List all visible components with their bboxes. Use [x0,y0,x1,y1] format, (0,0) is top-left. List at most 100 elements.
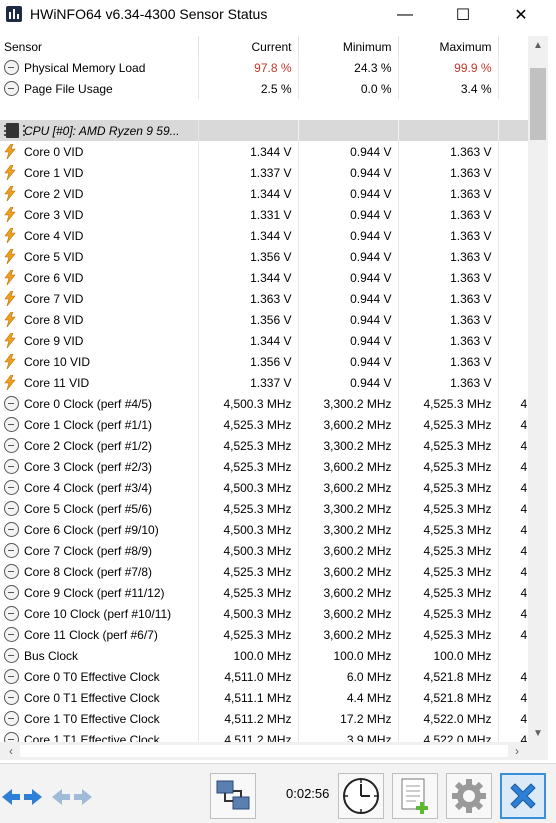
sensor-row[interactable]: Core 2 VID 1.344 V 0.944 V 1.363 V [0,183,528,204]
scroll-right-arrow-icon[interactable]: › [508,742,526,760]
average-value [498,204,528,225]
minimum-value: 3,300.2 MHz [298,435,399,456]
sensor-row[interactable]: Bus Clock 100.0 MHz 100.0 MHz 100.0 MHz [0,645,528,666]
column-header-maximum[interactable]: Maximum [398,36,499,57]
sensor-name-cell: Core 1 T0 Effective Clock [0,708,199,729]
spacer-row [0,99,528,120]
column-header-current[interactable]: Current [198,36,299,57]
scroll-left-arrow-icon[interactable]: ‹ [2,742,20,760]
column-header-minimum[interactable]: Minimum [298,36,399,57]
average-value [498,351,528,372]
sensor-row[interactable]: Core 0 T0 Effective Clock 4,511.0 MHz 6.0 … [0,666,528,687]
clock-icon [4,669,19,685]
average-value: 4 [520,417,528,432]
clock-icon [4,480,19,496]
sensor-row[interactable]: Core 3 Clock (perf #2/3) 4,525.3 MHz 3,600… [0,456,528,477]
scroll-down-arrow-icon[interactable]: ▼ [528,724,548,742]
arrows-disabled-icon [52,782,92,812]
sensor-name: Physical Memory Load [24,60,146,75]
sensor-row[interactable]: Core 9 Clock (perf #11/12) 4,525.3 MHz 3,6… [0,582,528,603]
sensor-row[interactable]: Core 11 Clock (perf #6/7) 4,525.3 MHz 3,60… [0,624,528,645]
sensor-row[interactable]: Core 0 Clock (perf #4/5) 4,500.3 MHz 3,300… [0,393,528,414]
sensor-row[interactable]: Core 4 VID 1.344 V 0.944 V 1.363 V [0,225,528,246]
average-value [498,78,528,99]
maximize-button[interactable]: ☐ [434,0,492,30]
sensor-row[interactable]: Core 8 Clock (perf #7/8) 4,525.3 MHz 3,600… [0,561,528,582]
clock-icon [4,60,19,76]
sensor-name-cell: Core 8 VID [0,309,199,330]
vertical-scrollbar[interactable]: ▲ ▼ [528,36,548,742]
average-value: 4 [520,606,528,621]
column-header-average[interactable] [498,36,528,57]
average-value: 4 [520,522,528,537]
sensor-name: Core 1 Clock (perf #1/1) [24,417,153,432]
sensor-row[interactable]: Core 10 VID 1.356 V 0.944 V 1.363 V [0,351,528,372]
sensor-row[interactable]: Core 6 VID 1.344 V 0.944 V 1.363 V [0,267,528,288]
sensor-name-cell: Core 11 VID [0,372,199,393]
sensor-row[interactable]: Core 0 T1 Effective Clock 4,511.1 MHz 4.4 … [0,687,528,708]
current-value: 4,511.0 MHz [198,666,299,687]
close-window-button[interactable]: ✕ [492,0,550,30]
close-sensors-button[interactable] [500,773,546,819]
sensor-row[interactable]: Core 7 Clock (perf #8/9) 4,500.3 MHz 3,600… [0,540,528,561]
maximum-value: 1.363 V [398,288,499,309]
sensor-name-cell: Core 6 Clock (perf #9/10) [0,519,199,540]
sensor-grid[interactable]: Sensor Current Minimum Maximum Physical … [0,36,528,742]
cpu-section-header[interactable]: CPU [#0]: AMD Ryzen 9 59... [0,120,528,141]
network-button[interactable] [210,773,256,819]
maximum-value: 1.363 V [398,204,499,225]
sensor-row[interactable]: Core 1 T0 Effective Clock 4,511.2 MHz 17.2… [0,708,528,729]
clock-icon [4,438,19,454]
average-value [498,162,528,183]
minimum-value: 6.0 MHz [298,666,399,687]
scroll-up-arrow-icon[interactable]: ▲ [528,36,548,54]
sensor-row[interactable]: Core 5 VID 1.356 V 0.944 V 1.363 V [0,246,528,267]
clock-icon [4,81,19,97]
sensor-row[interactable]: Core 3 VID 1.331 V 0.944 V 1.363 V [0,204,528,225]
average-value [498,141,528,162]
sensor-row[interactable]: Core 4 Clock (perf #3/4) 4,500.3 MHz 3,600… [0,477,528,498]
sensor-row[interactable]: Page File Usage 2.5 % 0.0 % 3.4 % [0,78,528,99]
maximum-value: 4,525.3 MHz [398,456,499,477]
average-value [498,288,528,309]
sensor-row[interactable]: Core 0 VID 1.344 V 0.944 V 1.363 V [0,141,528,162]
horizontal-scrollbar[interactable]: ‹ › [0,742,528,760]
arrows-icon[interactable] [2,782,42,812]
current-value: 1.344 V [198,183,299,204]
sensor-row[interactable]: Physical Memory Load 97.8 % 24.3 % 99.9 % [0,57,528,78]
sensor-row[interactable]: Core 7 VID 1.363 V 0.944 V 1.363 V [0,288,528,309]
column-header-sensor[interactable]: Sensor [0,36,199,57]
horizontal-scroll-thumb[interactable] [20,745,508,757]
sensor-row[interactable]: Core 5 Clock (perf #5/6) 4,525.3 MHz 3,300… [0,498,528,519]
sensor-name-cell: Core 4 VID [0,225,199,246]
sensor-name-cell: Core 1 Clock (perf #1/1) [0,414,199,435]
sensor-row[interactable]: Core 1 T1 Effective Clock 4,511.2 MHz 3.9 … [0,729,528,742]
reset-clock-button[interactable] [338,773,384,819]
average-value: 4 [520,459,528,474]
minimum-value: 100.0 MHz [298,645,399,666]
spacer-cell [298,99,398,120]
minimize-button[interactable]: — [376,0,434,30]
sensor-row[interactable]: Core 9 VID 1.344 V 0.944 V 1.363 V [0,330,528,351]
sensor-row[interactable]: Core 8 VID 1.356 V 0.944 V 1.363 V [0,309,528,330]
sensor-name: Core 9 VID [24,333,84,348]
sensor-row[interactable]: Core 1 VID 1.337 V 0.944 V 1.363 V [0,162,528,183]
minimum-value: 0.944 V [298,141,399,162]
sensor-name-cell: Core 8 Clock (perf #7/8) [0,561,199,582]
chip-icon [4,123,25,139]
sensor-name: Core 0 T0 Effective Clock [24,669,160,684]
sensor-row[interactable]: Core 1 Clock (perf #1/1) 4,525.3 MHz 3,600… [0,414,528,435]
current-value: 4,525.3 MHz [198,456,299,477]
average-value: 4 [520,732,528,743]
settings-button[interactable] [446,773,492,819]
sensor-row[interactable]: Core 2 Clock (perf #1/2) 4,525.3 MHz 3,300… [0,435,528,456]
sensor-name: Core 2 VID [24,186,84,201]
report-add-button[interactable] [392,773,438,819]
sensor-row[interactable]: Core 10 Clock (perf #10/11) 4,500.3 MHz 3,… [0,603,528,624]
sensor-row[interactable]: Core 11 VID 1.337 V 0.944 V 1.363 V [0,372,528,393]
current-value: 4,500.3 MHz [198,477,299,498]
sensor-name: Core 5 Clock (perf #5/6) [24,501,153,516]
sensor-row[interactable]: Core 6 Clock (perf #9/10) 4,500.3 MHz 3,30… [0,519,528,540]
bolt-icon [4,227,16,244]
vertical-scroll-thumb[interactable] [530,68,546,140]
